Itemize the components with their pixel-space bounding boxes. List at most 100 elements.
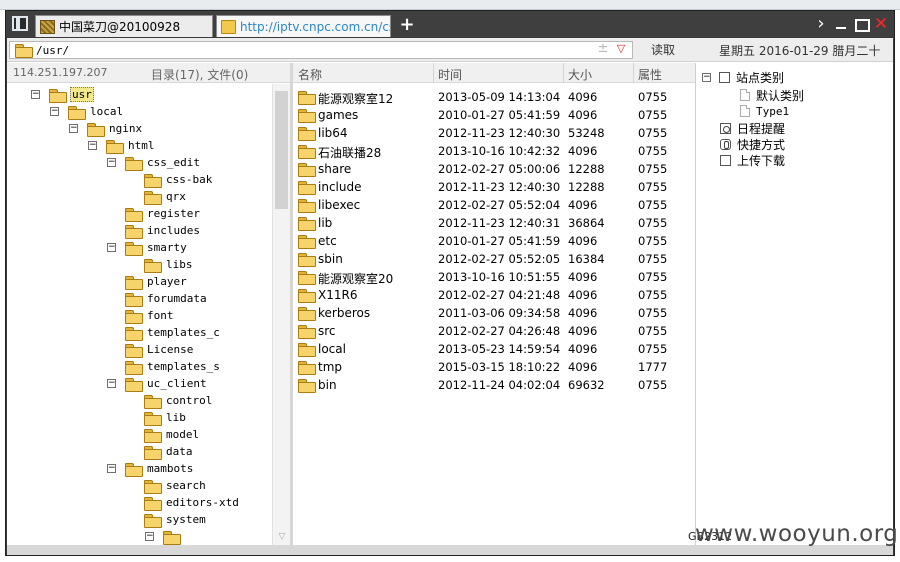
file-row[interactable]: games 2010-01-27 05:41:59 4096 0755 xyxy=(293,106,695,124)
tree-item[interactable]: libs xyxy=(126,256,194,273)
app-layout-icon[interactable] xyxy=(12,16,28,31)
column-header-size[interactable]: 大小 xyxy=(562,63,592,83)
title-bar: 中国菜刀@20100928 http://iptv.cnpc.com.cn/cs… xyxy=(6,11,894,37)
file-size: 69632 xyxy=(568,378,605,392)
folder-icon xyxy=(144,411,162,426)
side-panel-item[interactable]: 快捷方式 xyxy=(720,136,785,152)
tree-item[interactable]: player xyxy=(107,273,188,290)
column-header-perm[interactable]: 属性 xyxy=(632,63,662,83)
tree-item[interactable]: − html xyxy=(88,137,156,154)
file-row[interactable]: src 2012-02-27 04:26:48 4096 0755 xyxy=(293,322,695,340)
column-header-time[interactable]: 时间 xyxy=(432,63,462,83)
tab-target-url[interactable]: http://iptv.cnpc.com.cn/css_... xyxy=(216,15,391,37)
file-row[interactable]: etc 2010-01-27 05:41:59 4096 0755 xyxy=(293,232,695,250)
column-header-name[interactable]: 名称 xyxy=(298,66,322,83)
read-button[interactable]: 读取 xyxy=(638,41,688,59)
tree-item[interactable]: templates_s xyxy=(107,358,221,375)
tree-item[interactable]: lib xyxy=(126,409,187,426)
collapse-toggle-icon[interactable]: − xyxy=(50,107,59,116)
collapse-toggle-icon[interactable]: − xyxy=(69,124,78,133)
side-panel-item[interactable]: 日程提醒 xyxy=(720,120,785,136)
tree-item[interactable]: editors-xtd xyxy=(126,494,240,511)
file-name: tmp xyxy=(318,360,343,374)
chevron-right-icon[interactable]: › xyxy=(812,15,830,33)
tree-item[interactable]: data xyxy=(126,443,194,460)
scrollbar-thumb[interactable] xyxy=(275,91,288,209)
file-row[interactable]: include 2012-11-23 12:40:30 12288 0755 xyxy=(293,178,695,196)
collapse-toggle-icon[interactable]: − xyxy=(145,532,154,541)
tree-item[interactable]: − smarty xyxy=(107,239,188,256)
file-row[interactable]: bin 2012-11-24 04:02:04 69632 0755 xyxy=(293,376,695,394)
file-name: X11R6 xyxy=(318,288,358,302)
folder-icon xyxy=(144,394,162,409)
file-row[interactable]: kerberos 2011-03-06 09:34:58 4096 0755 xyxy=(293,304,695,322)
tab-caidao[interactable]: 中国菜刀@20100928 xyxy=(35,15,213,37)
path-input[interactable]: /usr/ xyxy=(9,41,633,59)
side-panel-item[interactable]: Type1 xyxy=(740,103,789,119)
tree-item[interactable]: model xyxy=(126,426,200,443)
folder-icon xyxy=(125,241,143,256)
tree-item[interactable]: templates_c xyxy=(107,324,221,341)
add-bookmark-icon[interactable]: ± xyxy=(596,42,610,56)
file-permission: 0755 xyxy=(638,108,668,122)
collapse-toggle-icon[interactable]: − xyxy=(702,72,711,82)
collapse-toggle-icon[interactable]: − xyxy=(107,243,116,252)
file-row[interactable]: local 2013-05-23 14:59:54 4096 0755 xyxy=(293,340,695,358)
tree-item[interactable]: − uc_client xyxy=(107,375,208,392)
file-name: bin xyxy=(318,378,337,392)
plus-icon[interactable]: + xyxy=(399,16,415,34)
tree-item[interactable]: − xyxy=(145,528,186,545)
file-row[interactable]: 能源观察室12 2013-05-09 14:13:04 4096 0755 xyxy=(293,88,695,106)
file-row[interactable]: libexec 2012-02-27 05:52:04 4096 0755 xyxy=(293,196,695,214)
collapse-toggle-icon[interactable]: − xyxy=(88,141,97,150)
tree-item[interactable]: register xyxy=(107,205,201,222)
tree-item[interactable]: − usr xyxy=(31,86,94,103)
tree-item[interactable]: search xyxy=(126,477,207,494)
tree-scrollbar[interactable]: ▽ xyxy=(272,84,290,545)
file-name: src xyxy=(318,324,336,338)
tree-item[interactable]: system xyxy=(126,511,207,528)
collapse-toggle-icon[interactable]: − xyxy=(107,379,116,388)
tree-item[interactable]: − local xyxy=(50,103,124,120)
file-row[interactable]: tmp 2015-03-15 18:10:22 4096 1777 xyxy=(293,358,695,376)
tree-item[interactable]: font xyxy=(107,307,175,324)
folder-icon xyxy=(87,122,105,137)
scroll-down-icon[interactable]: ▽ xyxy=(276,531,288,543)
side-panel-item[interactable]: − 站点类别 xyxy=(702,69,784,85)
close-icon[interactable]: ✕ xyxy=(872,15,890,33)
maximize-icon[interactable] xyxy=(852,15,870,33)
tree-item[interactable]: License xyxy=(107,341,194,358)
side-panel-label: 站点类别 xyxy=(736,70,785,85)
tree-item[interactable]: − nginx xyxy=(69,120,143,137)
minimize-icon[interactable] xyxy=(832,15,850,33)
file-permission: 0755 xyxy=(638,216,668,230)
file-permission: 0755 xyxy=(638,198,668,212)
tree-item[interactable]: control xyxy=(126,392,213,409)
collapse-toggle-icon[interactable]: − xyxy=(107,464,116,473)
file-row[interactable]: 石油联播28 2013-10-16 10:42:32 4096 0755 xyxy=(293,142,695,160)
file-row[interactable]: sbin 2012-02-27 05:52:05 16384 0755 xyxy=(293,250,695,268)
chevron-down-icon[interactable]: ▽ xyxy=(614,42,628,56)
side-panel-item[interactable]: 默认类别 xyxy=(740,87,804,103)
collapse-toggle-icon[interactable]: − xyxy=(107,158,116,167)
side-panel-item[interactable]: 上传下载 xyxy=(720,152,785,168)
file-time: 2015-03-15 18:10:22 xyxy=(438,360,561,374)
tree-item[interactable]: includes xyxy=(107,222,201,239)
file-row[interactable]: share 2012-02-27 05:00:06 12288 0755 xyxy=(293,160,695,178)
tree-item-label: data xyxy=(166,445,193,458)
tree-item-label: editors-xtd xyxy=(166,496,239,509)
tree-item[interactable]: css-bak xyxy=(126,171,213,188)
tree-item[interactable]: forumdata xyxy=(107,290,208,307)
folder-icon xyxy=(298,181,316,195)
tree-item-label: register xyxy=(147,207,200,220)
file-row[interactable]: lib 2012-11-23 12:40:31 36864 0755 xyxy=(293,214,695,232)
file-row[interactable]: 能源观察室20 2013-10-16 10:51:55 4096 0755 xyxy=(293,268,695,286)
file-row[interactable]: lib64 2012-11-23 12:40:30 53248 0755 xyxy=(293,124,695,142)
file-permission: 1777 xyxy=(638,360,668,374)
tree-item[interactable]: − css_edit xyxy=(107,154,201,171)
folder-icon xyxy=(15,44,33,58)
file-row[interactable]: X11R6 2012-02-27 04:21:48 4096 0755 xyxy=(293,286,695,304)
tree-item[interactable]: − mambots xyxy=(107,460,194,477)
collapse-toggle-icon[interactable]: − xyxy=(31,90,40,99)
tree-item[interactable]: qrx xyxy=(126,188,187,205)
